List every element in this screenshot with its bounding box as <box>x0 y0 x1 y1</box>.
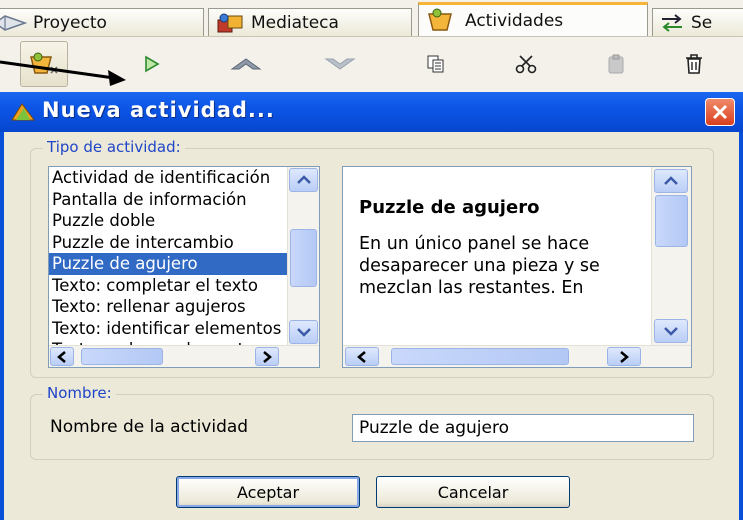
tab-actividades[interactable]: Actividades <box>418 2 648 36</box>
move-down-icon <box>324 58 356 70</box>
name-legend: Nombre: <box>43 384 116 402</box>
desc-scroll-thumb[interactable] <box>655 195 688 247</box>
desc-scroll-left-button[interactable] <box>345 347 379 366</box>
list-vertical-scrollbar[interactable] <box>287 167 319 345</box>
cut-button[interactable] <box>502 41 550 87</box>
horizontal-scroll-thumb[interactable] <box>81 348 163 365</box>
scroll-left-button[interactable] <box>50 347 74 366</box>
sequences-icon <box>662 13 682 32</box>
activity-type-items: Actividad de identificación Pantalla de i… <box>49 167 319 361</box>
new-activity-button[interactable] <box>20 41 68 87</box>
dialog-title: Nueva actividad... <box>42 98 275 122</box>
chevron-down-icon <box>664 327 678 336</box>
dialog-title-bar[interactable]: Nueva actividad... <box>0 92 743 132</box>
activity-type-item[interactable]: Puzzle doble <box>49 210 287 232</box>
desc-scroll-down-button[interactable] <box>654 319 688 343</box>
activity-name-label: Nombre de la actividad <box>50 417 249 437</box>
chevron-left-icon <box>57 350 66 363</box>
desc-scroll-right-button[interactable] <box>607 347 641 366</box>
activity-type-legend: Tipo de actividad: <box>43 138 185 156</box>
chevron-right-icon <box>263 350 272 363</box>
tab-label: Se <box>691 12 713 33</box>
paste-button[interactable] <box>592 41 640 87</box>
copy-icon <box>427 55 444 73</box>
scroll-right-button[interactable] <box>255 347 279 366</box>
move-up-icon <box>230 58 262 70</box>
copy-button[interactable] <box>412 41 460 87</box>
activity-type-item[interactable]: Texto: rellenar agujeros <box>49 296 287 318</box>
activity-type-item[interactable]: Pantalla de información <box>49 189 287 211</box>
activity-description-panel: Puzzle de agujero En un único panel se h… <box>342 166 692 368</box>
delete-icon <box>686 54 702 74</box>
desc-horizontal-scroll-thumb[interactable] <box>391 348 569 365</box>
move-down-button[interactable] <box>316 41 364 87</box>
desc-scroll-up-button[interactable] <box>654 169 688 193</box>
main-tab-bar: Proyecto Mediateca Actividades Se <box>0 0 743 36</box>
activity-type-item[interactable]: Puzzle de intercambio <box>49 232 287 254</box>
activity-type-list[interactable]: Actividad de identificación Pantalla de i… <box>48 166 320 368</box>
move-up-button[interactable] <box>222 41 270 87</box>
chevron-up-icon <box>296 175 311 184</box>
list-horizontal-scrollbar[interactable] <box>49 345 319 367</box>
cut-icon <box>515 55 537 74</box>
tab-label: Mediateca <box>251 12 339 33</box>
delete-button[interactable] <box>670 41 718 87</box>
accept-button[interactable]: Aceptar <box>176 476 360 508</box>
tab-label: Proyecto <box>33 12 107 33</box>
activities-icon <box>428 8 452 31</box>
tab-secuencias[interactable]: Se <box>652 8 743 36</box>
chevron-left-icon <box>357 350 366 363</box>
scroll-up-button[interactable] <box>289 168 318 192</box>
app-icon <box>11 103 35 121</box>
play-icon <box>145 55 160 73</box>
description-body: En un único panel se hace desaparecer un… <box>359 234 600 298</box>
description-title: Puzzle de agujero <box>359 197 540 218</box>
activities-toolbar <box>0 36 743 92</box>
tab-label: Actividades <box>465 10 564 31</box>
close-icon <box>712 104 728 120</box>
close-button[interactable] <box>705 98 735 126</box>
activity-name-input[interactable] <box>352 414 694 442</box>
cancel-button[interactable]: Cancelar <box>376 476 570 508</box>
activity-type-item[interactable]: Texto: identificar elementos <box>49 318 287 340</box>
project-icon <box>0 14 27 31</box>
tab-mediateca[interactable]: Mediateca <box>208 8 412 36</box>
tab-proyecto[interactable]: Proyecto <box>0 8 204 36</box>
new-activity-icon <box>30 52 58 74</box>
scroll-down-button[interactable] <box>289 320 318 344</box>
play-button[interactable] <box>128 41 176 87</box>
media-library-icon <box>217 13 243 32</box>
chevron-down-icon <box>296 328 311 337</box>
paste-icon <box>608 54 624 74</box>
chevron-right-icon <box>620 350 629 363</box>
activity-type-item[interactable]: Puzzle de agujero <box>49 253 287 275</box>
activity-type-item[interactable]: Actividad de identificación <box>49 167 287 189</box>
chevron-up-icon <box>664 176 678 185</box>
description-vertical-scrollbar[interactable] <box>651 167 691 345</box>
description-horizontal-scrollbar[interactable] <box>343 345 691 367</box>
activity-type-item[interactable]: Texto: completar el texto <box>49 275 287 297</box>
scroll-thumb[interactable] <box>290 229 317 287</box>
